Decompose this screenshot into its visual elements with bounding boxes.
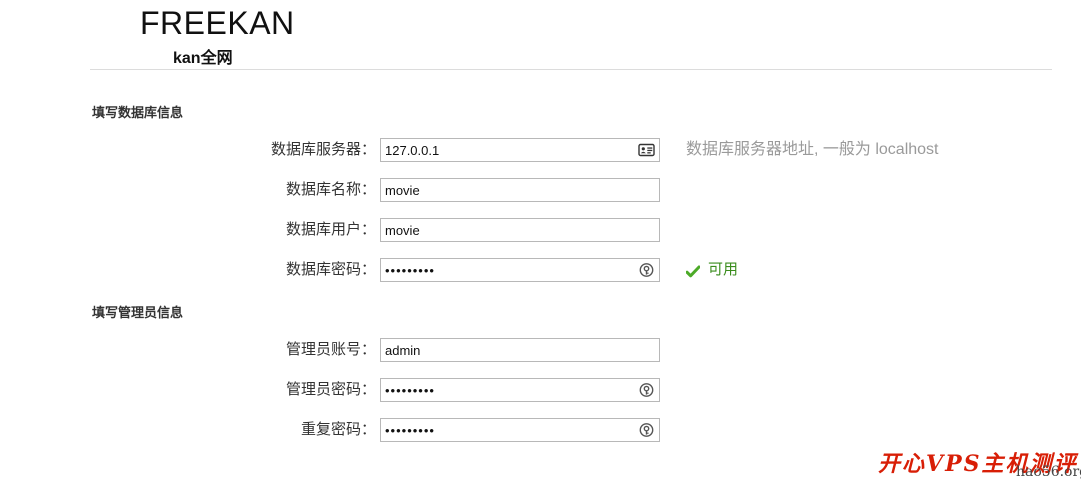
- db-name-row: 数据库名称：: [0, 178, 1081, 202]
- key-icon[interactable]: [638, 422, 655, 438]
- db-user-label-text: 数据库用户: [285, 221, 361, 238]
- repeat-password-label: 重复密码：: [200, 418, 377, 442]
- logo-title: FREEKAN: [140, 5, 295, 41]
- key-icon[interactable]: [638, 262, 655, 278]
- admin-account-row: 管理员账号：: [0, 338, 1081, 362]
- admin-password-label-text: 管理员密码: [285, 381, 361, 398]
- label-colon: ：: [361, 261, 377, 278]
- repeat-password-row: 重复密码：: [0, 418, 1081, 442]
- db-server-label-text: 数据库服务器: [270, 141, 361, 158]
- header-divider: [90, 69, 1052, 70]
- admin-password-input[interactable]: [381, 379, 625, 401]
- label-colon: ：: [361, 181, 377, 198]
- db-user-input[interactable]: [381, 219, 625, 241]
- repeat-password-field[interactable]: [380, 418, 660, 442]
- admin-account-field[interactable]: [380, 338, 660, 362]
- db-server-field[interactable]: [380, 138, 660, 162]
- label-colon: ：: [361, 341, 377, 358]
- db-server-hint: 数据库服务器地址, 一般为 localhost: [686, 141, 939, 158]
- database-section-title: 填写数据库信息: [92, 105, 184, 120]
- logo-subtitle: kan全网: [173, 50, 233, 67]
- db-password-row: 数据库密码： 可用: [0, 258, 1081, 282]
- label-colon: ：: [361, 141, 377, 158]
- contact-card-icon[interactable]: [638, 142, 655, 158]
- db-server-row: 数据库服务器： 数据库服务器地址, 一般为 localhost: [0, 138, 1081, 162]
- admin-password-field[interactable]: [380, 378, 660, 402]
- key-icon[interactable]: [638, 382, 655, 398]
- db-status-text: 可用: [708, 261, 739, 278]
- db-server-input[interactable]: [381, 139, 625, 161]
- db-user-row: 数据库用户：: [0, 218, 1081, 242]
- db-password-input[interactable]: [381, 259, 625, 281]
- db-password-label-text: 数据库密码: [285, 261, 361, 278]
- db-server-label: 数据库服务器：: [200, 138, 377, 162]
- watermark: 开心VPS主机测评 hao56.org: [878, 446, 1081, 482]
- admin-account-label: 管理员账号：: [200, 338, 377, 362]
- admin-password-row: 管理员密码：: [0, 378, 1081, 402]
- admin-account-input[interactable]: [381, 339, 625, 361]
- admin-password-label: 管理员密码：: [200, 378, 377, 402]
- label-colon: ：: [361, 421, 377, 438]
- db-password-label: 数据库密码：: [200, 258, 377, 282]
- admin-account-label-text: 管理员账号: [285, 341, 361, 358]
- db-connection-status: 可用: [685, 258, 739, 282]
- db-password-field[interactable]: [380, 258, 660, 282]
- db-name-input[interactable]: [381, 179, 625, 201]
- repeat-password-input[interactable]: [381, 419, 625, 441]
- watermark-domain: hao56.org: [1016, 464, 1081, 480]
- checkmark-icon: [685, 262, 701, 278]
- db-user-field[interactable]: [380, 218, 660, 242]
- db-name-field[interactable]: [380, 178, 660, 202]
- repeat-password-label-text: 重复密码: [300, 421, 361, 438]
- admin-section-title: 填写管理员信息: [92, 305, 184, 320]
- label-colon: ：: [361, 221, 377, 238]
- db-name-label-text: 数据库名称: [285, 181, 361, 198]
- label-colon: ：: [361, 381, 377, 398]
- db-name-label: 数据库名称：: [200, 178, 377, 202]
- db-user-label: 数据库用户：: [200, 218, 377, 242]
- site-logo: FREEKAN kan全网: [140, 4, 295, 67]
